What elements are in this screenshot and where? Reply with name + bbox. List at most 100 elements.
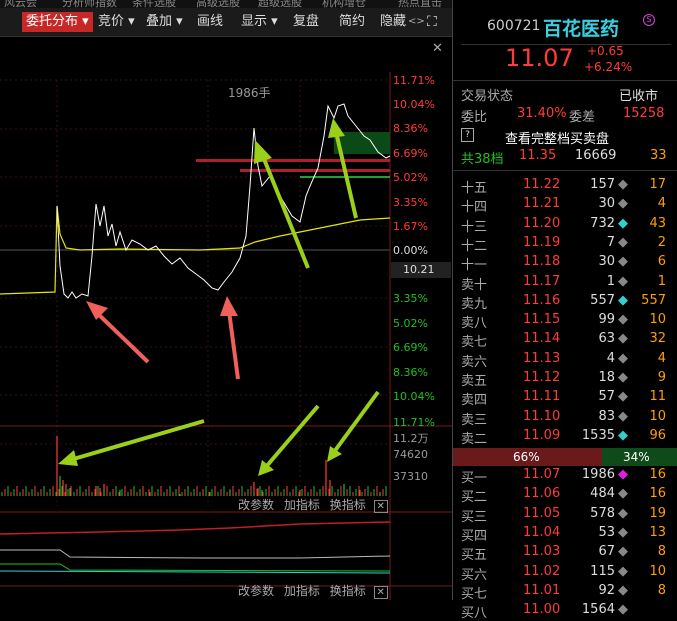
bid-count: 13 (631, 525, 666, 540)
ask-row[interactable]: 十二11.197◆2 (453, 234, 677, 253)
diamond-icon: ◆ (618, 235, 628, 250)
diamond-icon: ◆ (618, 293, 628, 308)
ask-level-label: 卖五 (461, 370, 487, 389)
edit-params-button[interactable]: 改参数 (238, 498, 274, 512)
vol-axis-0: 11.2万 (393, 430, 429, 446)
indicator-line-white (0, 550, 390, 558)
diamond-icon: ◆ (618, 467, 628, 482)
ask-row[interactable]: 十四11.2130◆4 (453, 195, 677, 214)
top-menu-item[interactable]: 热点直击 (398, 0, 442, 8)
axis-down-3: 8.36% (393, 366, 428, 379)
ask-level-label: 卖七 (461, 331, 487, 350)
tab-replay[interactable]: 复盘 (293, 12, 319, 32)
tab-simple[interactable]: 简约 (339, 12, 365, 32)
bid-row[interactable]: 买八11.001564◆ (453, 601, 677, 620)
ask-count: 11 (631, 389, 666, 404)
price-change: +0.65 (587, 44, 624, 58)
axis-up-4: 5.02% (393, 171, 428, 184)
bid-level-label: 买五 (461, 544, 487, 563)
fullscreen-icon[interactable]: ⛶ (427, 12, 437, 32)
tab-auction[interactable]: 竞价 ▾ (98, 12, 135, 32)
full-orderbook-button[interactable]: 查看完整档买卖盘 (505, 128, 609, 147)
chart-toolbar: 委托分布 ▾ 竞价 ▾ 叠加 ▾ 画线 显示 ▾ 复盘 简约 隐藏 <> ⛶ (0, 8, 452, 37)
tab-hide[interactable]: 隐藏 (380, 12, 406, 32)
ask-row[interactable]: 卖九11.16557◆557 (453, 292, 677, 311)
ask-volume: 557 (573, 293, 615, 308)
bid-row[interactable]: 买四11.0453◆13 (453, 524, 677, 543)
axis-up-3: 6.69% (393, 147, 428, 160)
full-orderbook-row[interactable]: ? 查看完整档买卖盘 (453, 127, 677, 146)
top-menu-item[interactable]: 风云会 (4, 0, 37, 8)
bid-level-label: 买八 (461, 602, 487, 621)
ask-volume: 99 (573, 312, 615, 327)
ask-row[interactable]: 卖三11.1083◆10 (453, 408, 677, 427)
bid-row[interactable]: 买二11.06484◆16 (453, 485, 677, 504)
page-arrow-icon[interactable]: <> (408, 12, 425, 32)
axis-down-5: 11.71% (393, 416, 435, 429)
switch-indicator-button[interactable]: 换指标 (330, 498, 366, 512)
bid-row[interactable]: 买七11.0192◆8 (453, 582, 677, 601)
bid-price: 11.07 (523, 467, 560, 482)
close-icon[interactable]: ✕ (432, 41, 443, 56)
top-menu-item[interactable]: 机构增仓 (322, 0, 366, 8)
diamond-icon: ◆ (618, 583, 628, 598)
ask-row[interactable]: 卖四11.1157◆11 (453, 388, 677, 407)
bid-level-label: 买七 (461, 583, 487, 602)
ask-row[interactable]: 卖六11.134◆4 (453, 350, 677, 369)
ask-count: 43 (631, 216, 666, 231)
indicator-line-red (0, 522, 390, 534)
add-indicator-button[interactable]: 加指标 (284, 498, 320, 512)
green-arrow-5 (334, 392, 378, 452)
diamond-icon: ◆ (618, 196, 628, 211)
ask-volume: 30 (573, 196, 615, 211)
bid-row[interactable]: 买一11.071986◆16 (453, 466, 677, 485)
tab-overlay[interactable]: 叠加 ▾ (146, 12, 183, 32)
bid-row[interactable]: 买五11.0367◆8 (453, 543, 677, 562)
question-icon: ? (461, 128, 474, 142)
chart-marks (0, 104, 390, 496)
panel-buttons-2: 改参数 加指标 换指标 ✕ (238, 582, 388, 599)
ask-row[interactable]: 卖十11.171◆1 (453, 273, 677, 292)
tab-draw-line[interactable]: 画线 (197, 12, 223, 32)
top-menu-item[interactable]: 高级选股 (196, 0, 240, 8)
ask-level-label: 卖六 (461, 351, 487, 370)
close-panel-icon[interactable]: ✕ (374, 500, 388, 513)
vol-axis-1: 74620 (393, 448, 428, 461)
ask-count: 2 (631, 235, 666, 250)
switch-indicator-button-2[interactable]: 换指标 (330, 584, 366, 598)
tab-order-distribution[interactable]: 委托分布 ▾ (22, 12, 93, 32)
ask-volume: 7 (573, 235, 615, 250)
total-levels-row: 共38档 11.35 16669 33 (453, 147, 677, 166)
axis-down-0: 3.35% (393, 292, 428, 305)
bid-row[interactable]: 买三11.05578◆19 (453, 505, 677, 524)
top-menu-item[interactable]: 条件选股 (132, 0, 176, 8)
add-indicator-button-2[interactable]: 加指标 (284, 584, 320, 598)
ask-row[interactable]: 十一11.1830◆6 (453, 253, 677, 272)
top-menu-item[interactable]: 超级选股 (258, 0, 302, 8)
ask-volume: 4 (573, 351, 615, 366)
bid-count: 16 (631, 467, 666, 482)
bid-count: 16 (631, 486, 666, 501)
depth-bar-2 (240, 169, 390, 172)
bid-row[interactable]: 买六11.02115◆10 (453, 563, 677, 582)
ask-row[interactable]: 卖二11.091535◆96 (453, 427, 677, 446)
ask-volume: 83 (573, 409, 615, 424)
tab-display[interactable]: 显示 ▾ (241, 12, 278, 32)
ask-row[interactable]: 卖七11.1463◆32 (453, 330, 677, 349)
intraday-chart-svg: ✕ (0, 36, 452, 600)
top-menu-item[interactable]: 分析师指数 (62, 0, 117, 8)
bid-volume: 578 (573, 506, 615, 521)
bid-volume: 92 (573, 583, 615, 598)
close-panel-icon-2[interactable]: ✕ (374, 586, 388, 599)
ask-level-label: 卖十 (461, 274, 487, 293)
ask-row[interactable]: 卖八11.1599◆10 (453, 311, 677, 330)
ask-row[interactable]: 卖五11.1218◆9 (453, 369, 677, 388)
ask-price: 11.18 (523, 254, 560, 269)
bid-count: 8 (631, 544, 666, 559)
edit-params-button-2[interactable]: 改参数 (238, 584, 274, 598)
ask-row[interactable]: 十三11.20732◆43 (453, 215, 677, 234)
ask-volume: 18 (573, 370, 615, 385)
ask-row[interactable]: 十五11.22157◆17 (453, 176, 677, 195)
green-arrow-2-head (328, 118, 345, 138)
red-arrow-2-head (220, 296, 238, 316)
